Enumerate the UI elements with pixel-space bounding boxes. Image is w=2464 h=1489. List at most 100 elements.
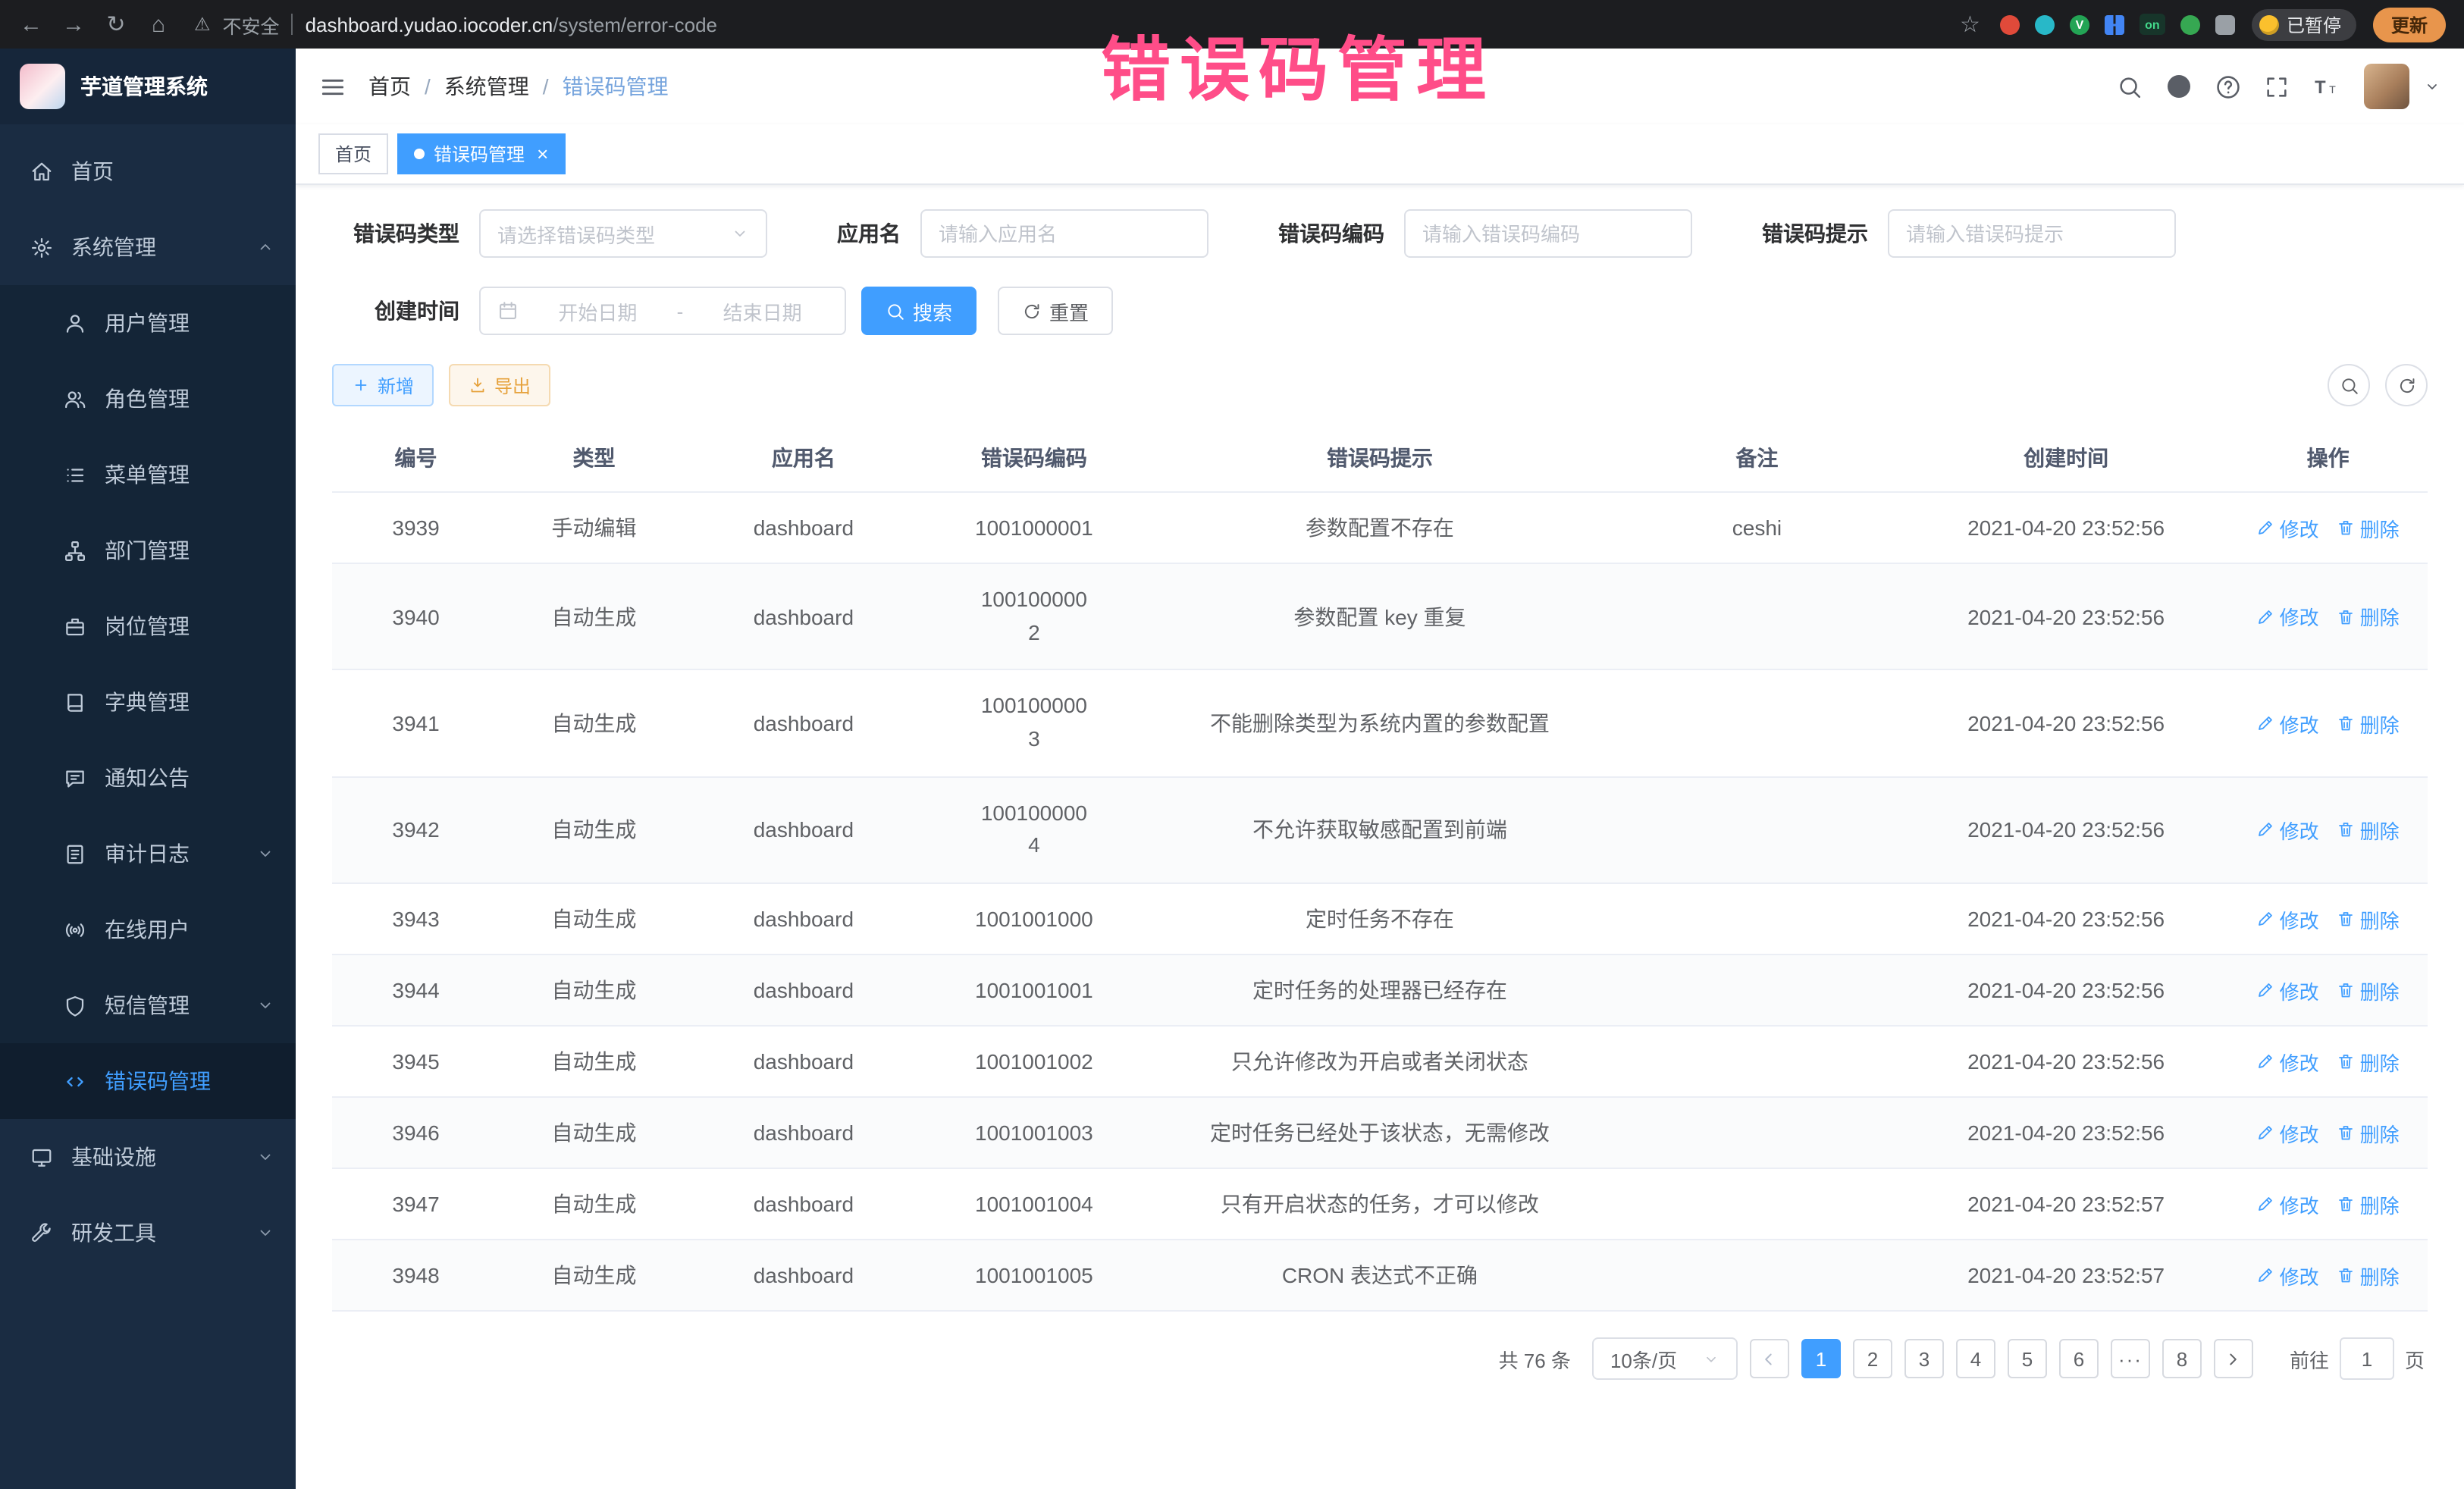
browser-forward-icon[interactable]: → <box>61 11 86 37</box>
page-button-3[interactable]: 3 <box>1904 1339 1944 1378</box>
delete-link[interactable]: 删除 <box>2337 1047 2400 1076</box>
sidebar-item-infra[interactable]: 基础设施 <box>0 1119 296 1195</box>
user-avatar[interactable] <box>2364 64 2409 109</box>
app-name-input[interactable] <box>939 222 1190 245</box>
extension-on-badge-icon[interactable]: on <box>2140 14 2165 35</box>
reset-button[interactable]: 重置 <box>998 287 1113 335</box>
edit-link[interactable]: 修改 <box>2257 904 2319 933</box>
delete-link[interactable]: 删除 <box>2337 904 2400 933</box>
page-button-2[interactable]: 2 <box>1853 1339 1892 1378</box>
next-page-button[interactable] <box>2214 1339 2253 1378</box>
prev-page-button[interactable] <box>1750 1339 1789 1378</box>
sidebar-item-online-user[interactable]: 在线用户 <box>0 892 296 967</box>
error-type-select[interactable]: 请选择错误码类型 <box>479 209 767 258</box>
sidebar-item-post[interactable]: 岗位管理 <box>0 588 296 664</box>
breadcrumb-item[interactable]: 首页 <box>368 71 411 102</box>
github-icon[interactable] <box>2165 73 2193 100</box>
sidebar-item-error-code[interactable]: 错误码管理 <box>0 1043 296 1119</box>
tab-close-icon[interactable]: × <box>537 144 548 164</box>
sidebar-item-label: 角色管理 <box>105 384 190 414</box>
avatar-caret-icon[interactable] <box>2423 77 2441 96</box>
extension-green-icon[interactable] <box>2180 14 2200 34</box>
edit-link[interactable]: 修改 <box>2257 816 2319 845</box>
browser-refresh-icon[interactable]: ↻ <box>103 11 129 38</box>
edit-link[interactable]: 修改 <box>2257 513 2319 542</box>
error-hint-input[interactable] <box>1906 222 2158 245</box>
url-divider <box>292 14 293 35</box>
cell-message: 定时任务不存在 <box>1149 883 1610 955</box>
page-button-6[interactable]: 6 <box>2059 1339 2099 1378</box>
sidebar-item-menu[interactable]: 菜单管理 <box>0 437 296 513</box>
tab-label: 首页 <box>335 141 371 167</box>
page-button-8[interactable]: 8 <box>2162 1339 2202 1378</box>
bookmark-star-icon[interactable]: ☆ <box>1960 11 1980 38</box>
delete-link[interactable]: 删除 <box>2337 1261 2400 1290</box>
edit-link[interactable]: 修改 <box>2257 1047 2319 1076</box>
paused-badge[interactable]: 已暂停 <box>2252 8 2356 40</box>
date-range-picker[interactable]: 开始日期 - 结束日期 <box>479 287 846 335</box>
edit-link[interactable]: 修改 <box>2257 1190 2319 1218</box>
sidebar-item-user[interactable]: 用户管理 <box>0 285 296 361</box>
browser-url-bar[interactable]: ⚠ 不安全 dashboard.yudao.iocoder.cn/system/… <box>188 10 1943 39</box>
page-size-select[interactable]: 10条/页 <box>1592 1337 1738 1380</box>
page-button-4[interactable]: 4 <box>1956 1339 1995 1378</box>
refresh-table-button[interactable] <box>2385 364 2428 406</box>
app-root: 错误码管理 ← → ↻ ⌂ ⚠ 不安全 dashboard.yudao.ioco… <box>0 0 2464 1489</box>
sidebar-item-home[interactable]: 首页 <box>0 133 296 209</box>
sidebar-item-dept[interactable]: 部门管理 <box>0 513 296 588</box>
tab-error-code[interactable]: 错误码管理× <box>397 133 565 174</box>
delete-link[interactable]: 删除 <box>2337 816 2400 845</box>
update-button[interactable]: 更新 <box>2373 7 2446 42</box>
search-button[interactable]: 搜索 <box>861 287 977 335</box>
export-button[interactable]: 导出 <box>449 364 550 406</box>
delete-link[interactable]: 删除 <box>2337 602 2400 631</box>
extension-grid-icon[interactable] <box>2105 14 2124 34</box>
extension-puzzle-icon[interactable] <box>2215 14 2235 34</box>
sidebar-item-notice[interactable]: 通知公告 <box>0 740 296 816</box>
sidebar-item-dict[interactable]: 字典管理 <box>0 664 296 740</box>
font-size-icon[interactable]: TT <box>2312 72 2341 101</box>
tab-home[interactable]: 首页 <box>318 133 388 174</box>
edit-link[interactable]: 修改 <box>2257 709 2319 738</box>
add-button[interactable]: 新增 <box>332 364 434 406</box>
extension-teal-icon[interactable] <box>2035 14 2055 34</box>
goto-page-input[interactable] <box>2340 1337 2394 1380</box>
page-button-5[interactable]: 5 <box>2008 1339 2047 1378</box>
fullscreen-icon[interactable] <box>2264 74 2290 99</box>
cell-message: 定时任务已经处于该状态，无需修改 <box>1149 1097 1610 1168</box>
page-ellipsis[interactable]: ··· <box>2111 1339 2150 1378</box>
error-code-input[interactable] <box>1422 222 1674 245</box>
edit-link[interactable]: 修改 <box>2257 976 2319 1005</box>
column-header: 错误码编码 <box>919 425 1149 492</box>
browser-back-icon[interactable]: ← <box>18 11 44 37</box>
breadcrumb-item[interactable]: 错误码管理 <box>563 71 669 102</box>
delete-link[interactable]: 删除 <box>2337 513 2400 542</box>
monitor-icon <box>30 1146 53 1168</box>
sidebar-item-audit-log[interactable]: 审计日志 <box>0 816 296 892</box>
sidebar-item-role[interactable]: 角色管理 <box>0 361 296 437</box>
table-row: 3944自动生成dashboard1001001001定时任务的处理器已经存在2… <box>332 955 2428 1026</box>
delete-link[interactable]: 删除 <box>2337 1118 2400 1147</box>
sidebar-item-devtools[interactable]: 研发工具 <box>0 1195 296 1271</box>
hamburger-icon[interactable] <box>318 72 347 101</box>
browser-home-icon[interactable]: ⌂ <box>146 11 171 37</box>
page-button-1[interactable]: 1 <box>1801 1339 1841 1378</box>
delete-link[interactable]: 删除 <box>2337 1190 2400 1218</box>
edit-link[interactable]: 修改 <box>2257 602 2319 631</box>
extension-v-icon[interactable]: V <box>2070 14 2089 34</box>
sidebar-item-system[interactable]: 系统管理 <box>0 209 296 285</box>
cell-type: 自动生成 <box>500 777 688 884</box>
breadcrumb-item[interactable]: 系统管理 <box>444 71 529 102</box>
toggle-search-button[interactable] <box>2328 364 2370 406</box>
cell-code: 1001001005 <box>919 1240 1149 1311</box>
search-icon[interactable] <box>2117 74 2143 99</box>
extension-red-icon[interactable] <box>2000 14 2020 34</box>
edit-link[interactable]: 修改 <box>2257 1118 2319 1147</box>
delete-link[interactable]: 删除 <box>2337 976 2400 1005</box>
end-date-placeholder: 结束日期 <box>697 296 828 325</box>
help-icon[interactable] <box>2215 74 2241 99</box>
app-logo[interactable]: 芋道管理系统 <box>0 49 296 124</box>
delete-link[interactable]: 删除 <box>2337 709 2400 738</box>
edit-link[interactable]: 修改 <box>2257 1261 2319 1290</box>
sidebar-item-sms[interactable]: 短信管理 <box>0 967 296 1043</box>
